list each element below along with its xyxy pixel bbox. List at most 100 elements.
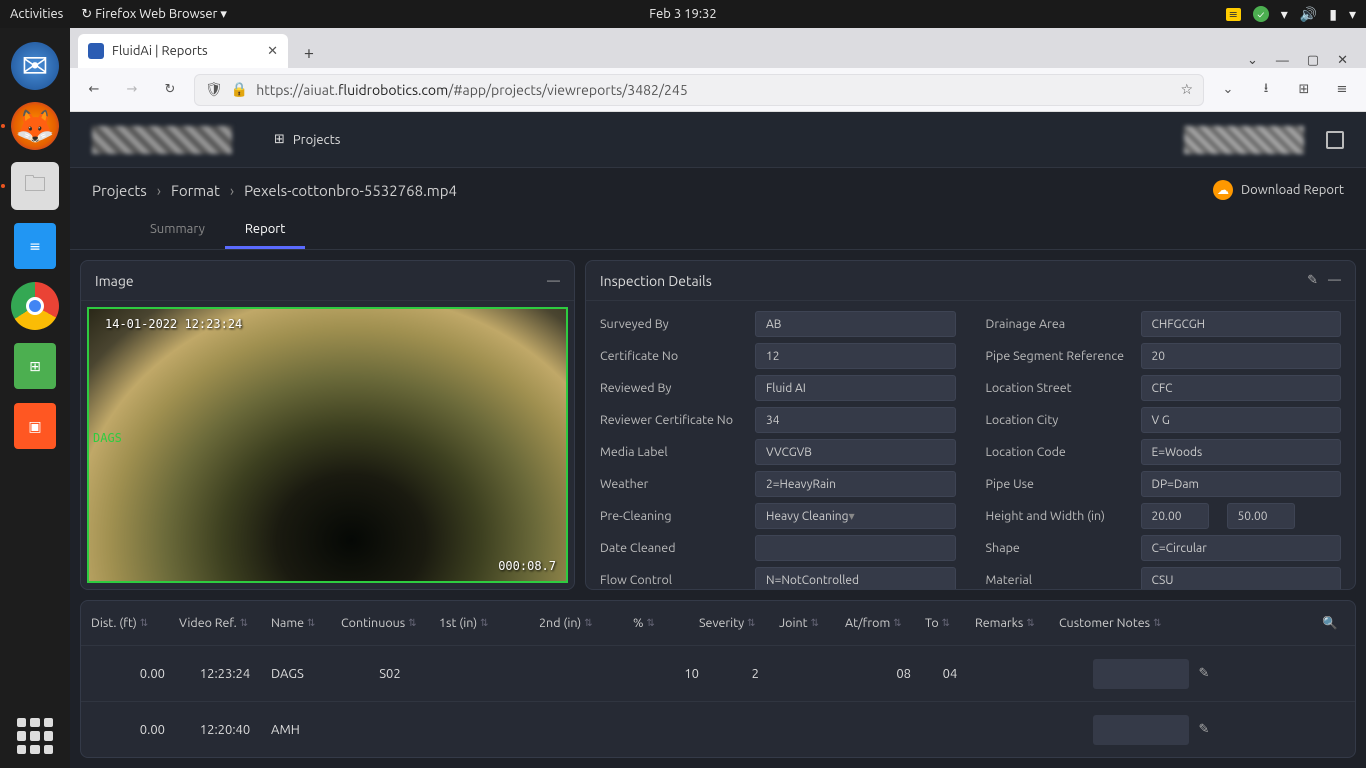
field-label: Flow Control xyxy=(600,573,745,587)
dock-thunderbird[interactable]: ✉ xyxy=(7,38,63,94)
status-ok-icon[interactable]: ✓ xyxy=(1253,6,1269,22)
clock[interactable]: Feb 3 19:32 xyxy=(649,7,716,21)
col-dist[interactable]: Dist. (ft)⇅ xyxy=(91,616,179,630)
menu-icon[interactable]: ≡ xyxy=(1328,76,1356,104)
forward-button[interactable]: → xyxy=(118,76,146,104)
image-timestamp: 14-01-2022 12:23:24 xyxy=(105,317,242,331)
col-sev[interactable]: Severity⇅ xyxy=(699,616,779,630)
tab-summary[interactable]: Summary xyxy=(130,212,225,249)
crumb-file: Pexels-cottonbro-5532768.mp4 xyxy=(244,182,457,199)
field-value[interactable]: 20 xyxy=(1141,343,1342,369)
pocket-icon[interactable]: ⌄ xyxy=(1214,76,1242,104)
dock-files[interactable]: 🗀 xyxy=(7,158,63,214)
col-name[interactable]: Name⇅ xyxy=(271,616,341,630)
col-af[interactable]: At/from⇅ xyxy=(845,616,925,630)
activities-button[interactable]: Activities xyxy=(10,7,63,21)
field-value[interactable]: 2=HeavyRain xyxy=(755,471,956,497)
dock-apps-grid[interactable] xyxy=(17,718,53,754)
field-value[interactable]: V G xyxy=(1141,407,1342,433)
projects-nav[interactable]: ⊞ Projects xyxy=(274,132,340,147)
field-label: Location Code xyxy=(986,445,1131,459)
tab-dropdown-icon[interactable]: ⌄ xyxy=(1247,53,1258,68)
edit-icon[interactable]: ✎ xyxy=(1307,273,1318,288)
col-vref[interactable]: Video Ref.⇅ xyxy=(179,616,271,630)
url-text: https://aiuat.fluidrobotics.com/#app/pro… xyxy=(256,82,688,98)
downloads-icon[interactable]: ⭳ xyxy=(1252,76,1280,104)
fullscreen-icon[interactable] xyxy=(1326,131,1344,149)
field-label: Location City xyxy=(986,413,1131,427)
battery-icon[interactable]: ▮ xyxy=(1329,6,1337,23)
col-second[interactable]: 2nd (in)⇅ xyxy=(539,616,633,630)
table-row[interactable]: 0.0012:23:24DAGSS021020804✎ xyxy=(81,645,1355,701)
field-value[interactable]: CSU xyxy=(1141,567,1342,589)
customer-notes-input[interactable] xyxy=(1093,659,1189,689)
browser-chrome: FluidAi | Reports ✕ + ⌄ — ▢ ✕ ← → ↻ 🛡 🔒 xyxy=(70,28,1366,112)
user-menu[interactable] xyxy=(1184,126,1304,154)
window-maximize-icon[interactable]: ▢ xyxy=(1307,53,1319,68)
collapse-icon[interactable]: — xyxy=(547,274,560,288)
url-bar[interactable]: 🛡 🔒 https://aiuat.fluidrobotics.com/#app… xyxy=(194,74,1204,106)
col-pct[interactable]: %⇅ xyxy=(633,616,699,630)
system-tray[interactable]: ≡ ✓ ▾ 🔊 ▮ ▾ xyxy=(1226,6,1356,23)
new-tab-button[interactable]: + xyxy=(294,38,324,68)
field-value[interactable]: N=NotControlled xyxy=(755,567,956,589)
wifi-icon[interactable]: ▾ xyxy=(1281,6,1288,23)
bookmark-star-icon[interactable]: ☆ xyxy=(1180,81,1193,98)
download-report-button[interactable]: ☁ Download Report xyxy=(1213,180,1344,200)
browser-tab[interactable]: FluidAi | Reports ✕ xyxy=(78,34,288,68)
back-button[interactable]: ← xyxy=(80,76,108,104)
field-label: Weather xyxy=(600,477,745,491)
shield-icon[interactable]: 🛡 xyxy=(205,81,223,98)
field-value[interactable]: CHFGCGH xyxy=(1141,311,1342,337)
field-label: Date Cleaned xyxy=(600,541,745,555)
field-label: Media Label xyxy=(600,445,745,459)
field-value[interactable]: 12 xyxy=(755,343,956,369)
dock-firefox[interactable]: 🦊 xyxy=(7,98,63,154)
field-value[interactable]: VVCGVB xyxy=(755,439,956,465)
dock-chrome[interactable] xyxy=(7,278,63,334)
dock-calc[interactable]: ⊞ xyxy=(7,338,63,394)
col-first[interactable]: 1st (in)⇅ xyxy=(439,616,539,630)
table-row[interactable]: 0.0012:20:40AMH✎ xyxy=(81,701,1355,757)
page-tabs: Summary Report xyxy=(70,212,1366,250)
volume-icon[interactable]: 🔊 xyxy=(1300,6,1317,23)
field-value[interactable]: 34 xyxy=(755,407,956,433)
image-annotation-label: DAGS xyxy=(93,431,122,445)
search-icon[interactable]: 🔍 xyxy=(1315,616,1345,631)
height-field[interactable]: 20.00 xyxy=(1141,503,1209,529)
field-value[interactable]: CFC xyxy=(1141,375,1342,401)
power-icon[interactable]: ▾ xyxy=(1349,6,1356,23)
edit-row-icon[interactable]: ✎ xyxy=(1189,722,1219,737)
dock-writer[interactable]: ≡ xyxy=(7,218,63,274)
extensions-icon[interactable]: ⊞ xyxy=(1290,76,1318,104)
window-close-icon[interactable]: ✕ xyxy=(1337,53,1348,68)
app-menu[interactable]: ↻ Firefox Web Browser ▾ xyxy=(81,7,227,22)
reload-button[interactable]: ↻ xyxy=(156,76,184,104)
inspection-image[interactable]: 14-01-2022 12:23:24 DAGS 000:08.7 xyxy=(87,307,568,583)
crumb-projects[interactable]: Projects xyxy=(92,182,147,199)
col-to[interactable]: To⇅ xyxy=(925,616,975,630)
field-value[interactable]: DP=Dam xyxy=(1141,471,1342,497)
field-value[interactable]: E=Woods xyxy=(1141,439,1342,465)
tab-close-icon[interactable]: ✕ xyxy=(267,44,278,59)
collapse-icon[interactable]: — xyxy=(1328,273,1341,288)
customer-notes-input[interactable] xyxy=(1093,715,1189,745)
field-value[interactable]: C=Circular xyxy=(1141,535,1342,561)
crumb-format[interactable]: Format xyxy=(171,182,220,199)
col-cont[interactable]: Continuous⇅ xyxy=(341,616,439,630)
notes-icon[interactable]: ≡ xyxy=(1226,8,1241,21)
field-value[interactable]: AB xyxy=(755,311,956,337)
field-value[interactable]: Fluid AI xyxy=(755,375,956,401)
col-notes[interactable]: Customer Notes⇅ xyxy=(1059,616,1189,630)
col-rem[interactable]: Remarks⇅ xyxy=(975,616,1059,630)
width-field[interactable]: 50.00 xyxy=(1227,503,1295,529)
tab-report[interactable]: Report xyxy=(225,212,306,249)
edit-row-icon[interactable]: ✎ xyxy=(1189,666,1219,681)
panel-title: Inspection Details xyxy=(600,273,712,289)
field-value[interactable] xyxy=(755,535,956,561)
cloud-download-icon: ☁ xyxy=(1213,180,1233,200)
col-joint[interactable]: Joint⇅ xyxy=(779,616,845,630)
field-value[interactable]: Heavy Cleaning ▾ xyxy=(755,503,956,529)
dock-impress[interactable]: ▣ xyxy=(7,398,63,454)
window-minimize-icon[interactable]: — xyxy=(1276,54,1289,68)
